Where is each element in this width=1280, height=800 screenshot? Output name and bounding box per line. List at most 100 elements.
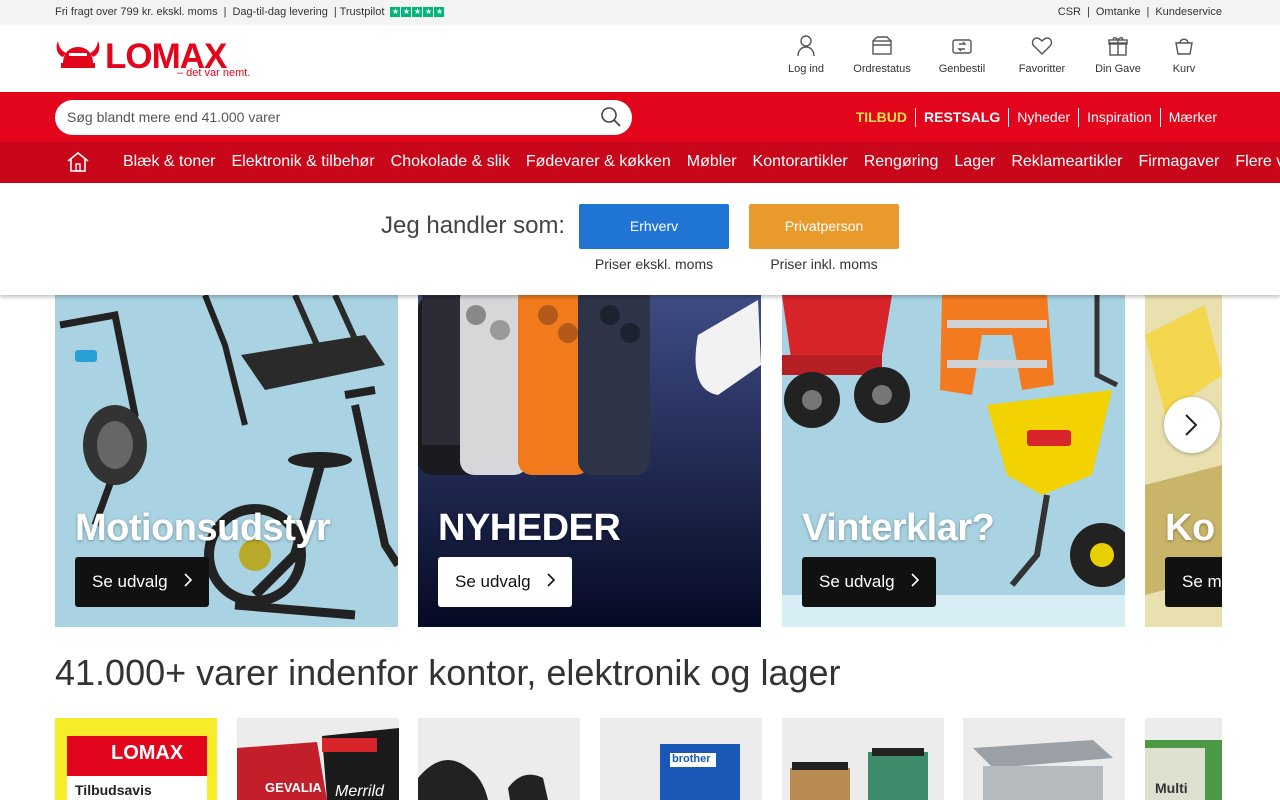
box-icon xyxy=(872,36,892,55)
trustpilot-label[interactable]: | Trustpilot xyxy=(334,6,385,18)
slider-next-button[interactable] xyxy=(1164,397,1220,453)
banner-cta-button[interactable]: Se m xyxy=(1165,557,1222,607)
banner-title: NYHEDER xyxy=(438,507,621,549)
order-status-button[interactable]: Ordrestatus xyxy=(842,35,922,75)
nav-item-firmagaver[interactable]: Firmagaver xyxy=(1130,153,1227,171)
tilbud-link[interactable]: TILBUD xyxy=(848,108,915,127)
search-bar-row: TILBUD RESTSALG Nyheder Inspiration Mærk… xyxy=(0,92,1280,142)
chevron-right-icon xyxy=(1185,414,1198,436)
cta-label: Se m xyxy=(1182,572,1222,591)
reorder-label: Genbestil xyxy=(938,63,986,75)
tile-brand-brother: brother xyxy=(672,753,711,765)
banner-card-winter[interactable]: Vinterklar? Se udvalg xyxy=(782,295,1125,627)
favorites-button[interactable]: Favoritter xyxy=(1002,35,1082,75)
category-tiles: LOMAX Tilbudsavis GEVALIA Merrild brothe… xyxy=(55,718,1222,800)
banner-title: Vinterklar? xyxy=(802,507,995,549)
banner-slider: Motionsudstyr Se udvalg NYHEDER Se udval… xyxy=(55,295,1222,627)
viking-helmet-icon xyxy=(56,41,100,68)
banner-card-news[interactable]: NYHEDER Se udvalg xyxy=(418,295,761,627)
reorder-button[interactable]: Genbestil xyxy=(922,35,1002,75)
gift-label: Din Gave xyxy=(1095,63,1141,75)
category-nav: Blæk & toner Elektronik & tilbehør Choko… xyxy=(0,142,1280,183)
top-info-bar: Fri fragt over 799 kr. ekskl. moms | Dag… xyxy=(0,0,1280,25)
login-button[interactable]: Log ind xyxy=(770,35,842,75)
nav-item-chokolade[interactable]: Chokolade & slik xyxy=(383,153,518,171)
reorder-icon xyxy=(952,39,972,54)
banner-cta-button[interactable]: Se udvalg xyxy=(75,557,210,607)
chevron-right-icon xyxy=(547,573,556,587)
business-button[interactable]: Erhverv xyxy=(579,204,729,249)
tile-brand-gevalia: GEVALIA xyxy=(265,780,322,795)
maerker-link[interactable]: Mærker xyxy=(1159,108,1225,127)
cta-label: Se udvalg xyxy=(455,572,531,591)
header-actions: Log ind Ordrestatus Genbestil Favoritter… xyxy=(770,35,1214,75)
separator: | xyxy=(1146,6,1150,18)
private-button[interactable]: Privatperson xyxy=(749,204,899,249)
favorites-label: Favoritter xyxy=(1018,63,1066,75)
cta-label: Se udvalg xyxy=(819,572,895,591)
trustpilot-stars-icon[interactable]: ★ ★ ★ ★ ★ xyxy=(390,7,445,17)
category-tile[interactable] xyxy=(782,718,944,800)
search-icon[interactable] xyxy=(600,106,622,128)
category-tile[interactable] xyxy=(963,718,1125,800)
category-tile[interactable]: LOMAX Tilbudsavis xyxy=(55,718,217,800)
nav-item-kontorartikler[interactable]: Kontorartikler xyxy=(745,153,856,171)
cart-label: Kurv xyxy=(1172,63,1196,75)
header: LOMAX – det var nemt. Log ind Ordrestatu… xyxy=(0,25,1280,92)
basket-icon xyxy=(1175,38,1193,55)
category-tile[interactable] xyxy=(418,718,580,800)
nav-item-blaek-toner[interactable]: Blæk & toner xyxy=(115,153,223,171)
banner-card-fitness[interactable]: Motionsudstyr Se udvalg xyxy=(55,295,398,627)
nav-item-moebler[interactable]: Møbler xyxy=(679,153,745,171)
search-box[interactable] xyxy=(55,100,632,135)
cart-button[interactable]: Kurv xyxy=(1154,35,1214,75)
category-tile[interactable]: GEVALIA Merrild xyxy=(237,718,399,800)
tile-brand-multi: Multi xyxy=(1155,780,1188,796)
kundeservice-link[interactable]: Kundeservice xyxy=(1155,6,1222,18)
tile-sublabel: Tilbudsavis xyxy=(75,782,152,798)
home-icon[interactable] xyxy=(66,151,90,173)
nav-item-rengoering[interactable]: Rengøring xyxy=(856,153,947,171)
candy-jars-image xyxy=(782,718,944,800)
tile-logo-text: LOMAX xyxy=(111,742,184,764)
nav-item-flere-varer[interactable]: Flere varer xyxy=(1227,153,1280,171)
cta-label: Se udvalg xyxy=(92,572,168,591)
slider-edge xyxy=(1222,295,1280,627)
nyheder-link[interactable]: Nyheder xyxy=(1008,108,1078,127)
section-heading: 41.000+ varer indenfor kontor, elektroni… xyxy=(55,652,841,693)
chooser-question: Jeg handler som: xyxy=(381,212,566,239)
separator: | xyxy=(223,6,227,18)
category-tile[interactable]: Multi xyxy=(1145,718,1222,800)
nav-item-foedevarer[interactable]: Fødevarer & køkken xyxy=(518,153,679,171)
banner-title: Ko xyxy=(1165,507,1215,549)
delivery-text: Dag-til-dag levering xyxy=(232,6,328,18)
gift-button[interactable]: Din Gave xyxy=(1082,35,1154,75)
tile-brand-merrild: Merrild xyxy=(335,783,384,800)
private-price-note: Priser inkl. moms xyxy=(770,256,878,272)
logo-tagline: – det var nemt. xyxy=(177,67,251,79)
gift-icon xyxy=(1108,37,1128,56)
search-input[interactable] xyxy=(67,109,587,125)
nav-item-elektronik[interactable]: Elektronik & tilbehør xyxy=(223,153,382,171)
chair-image xyxy=(418,718,580,800)
chevron-right-icon xyxy=(184,573,193,587)
banner-cta-button[interactable]: Se udvalg xyxy=(802,557,937,607)
storage-boxes-image xyxy=(963,718,1125,800)
banner-card-partial[interactable]: Ko Se m xyxy=(1145,295,1222,627)
heart-icon xyxy=(1031,37,1053,55)
lomax-logo[interactable]: LOMAX – det var nemt. xyxy=(55,39,260,79)
login-label: Log ind xyxy=(787,63,825,75)
separator: | xyxy=(1086,6,1090,18)
nav-item-reklameartikler[interactable]: Reklameartikler xyxy=(1003,153,1130,171)
inspiration-link[interactable]: Inspiration xyxy=(1078,108,1160,127)
omtanke-link[interactable]: Omtanke xyxy=(1096,6,1141,18)
nav-item-lager[interactable]: Lager xyxy=(946,153,1003,171)
banner-cta-button[interactable]: Se udvalg xyxy=(438,557,573,607)
order-status-label: Ordrestatus xyxy=(853,63,911,75)
customer-type-chooser: Jeg handler som: Erhverv Privatperson Pr… xyxy=(0,183,1280,295)
quick-links: TILBUD RESTSALG Nyheder Inspiration Mærk… xyxy=(848,108,1225,127)
category-tile[interactable]: brother xyxy=(600,718,762,800)
chevron-right-icon xyxy=(911,573,920,587)
csr-link[interactable]: CSR xyxy=(1058,6,1081,18)
restsalg-link[interactable]: RESTSALG xyxy=(915,108,1008,127)
